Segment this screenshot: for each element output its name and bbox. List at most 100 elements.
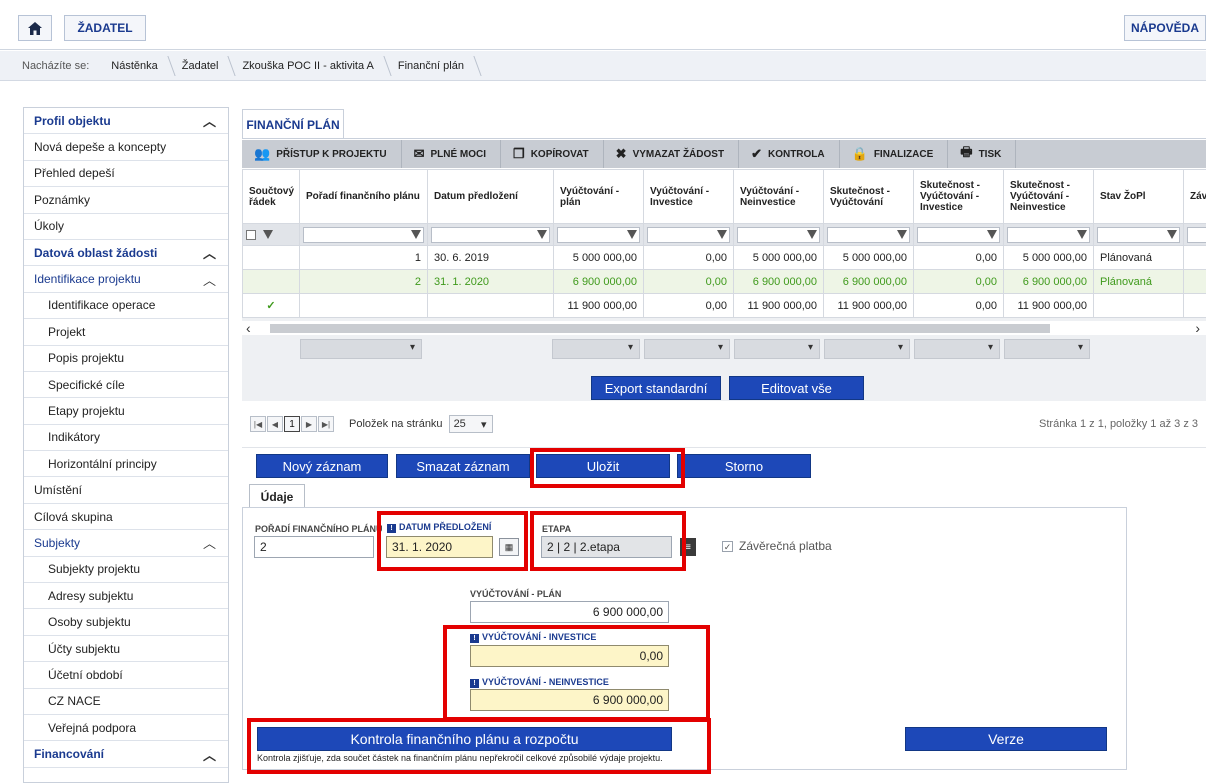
filter-icon[interactable] (263, 230, 274, 240)
sidebar-item[interactable]: Subjekty projektu (24, 557, 228, 584)
filter-input[interactable] (303, 226, 424, 243)
chevron-up-icon[interactable]: ︿ (203, 745, 216, 764)
sidebar-item[interactable]: Financování ︿ (24, 741, 228, 768)
sidebar-item[interactable]: Cílová skupina (24, 504, 228, 531)
kontrola-button[interactable]: ✔ KONTROLA (739, 140, 840, 168)
aggregate-select[interactable] (644, 339, 730, 359)
column-header[interactable]: Skutečnost - Vyúčtování - Investice (913, 169, 1004, 224)
finalizace-button[interactable]: 🔒 FINALIZACE (840, 140, 949, 168)
smazat-zaznam-button[interactable]: Smazat záznam (396, 454, 530, 478)
home-button[interactable] (18, 15, 52, 41)
column-header[interactable]: Vyúčtování - Investice (643, 169, 734, 224)
horizontal-scrollbar[interactable]: ‹ › (242, 320, 1206, 336)
chevron-up-icon[interactable]: ︿ (203, 270, 216, 289)
storno-button[interactable]: Storno (677, 454, 811, 478)
chevron-up-icon[interactable]: ︿ (203, 243, 216, 262)
sidebar-item[interactable]: Veřejná podpora (24, 715, 228, 742)
sidebar-item[interactable]: Identifikace projektu ︿ (24, 266, 228, 293)
filter-icon[interactable] (987, 229, 997, 239)
sidebar-item[interactable]: Identifikace operace (24, 293, 228, 320)
filter-icon[interactable] (1077, 229, 1087, 239)
filter-input[interactable] (917, 226, 1000, 243)
filter-icon[interactable] (717, 229, 727, 239)
filter-input[interactable] (1097, 226, 1180, 243)
filter-input[interactable] (1007, 226, 1090, 243)
aggregate-select[interactable] (734, 339, 820, 359)
aggregate-select[interactable] (1004, 339, 1090, 359)
scroll-left-icon[interactable]: ‹ (246, 320, 251, 336)
sidebar-item[interactable]: Popis projektu (24, 346, 228, 372)
select-all-checkbox[interactable] (246, 229, 256, 240)
table-row[interactable]: 1 30. 6. 2019 5 000 000,00 0,00 5 000 000,00… (242, 245, 1206, 270)
export-standardni-button[interactable]: Export standardní (591, 376, 721, 400)
sidebar-item[interactable]: Adresy subjektu (24, 583, 228, 610)
tisk-button[interactable]: 🖶 TISK (948, 140, 1017, 168)
sidebar-item[interactable]: Účetní období (24, 662, 228, 689)
sidebar-item[interactable]: Datová oblast žádosti ︿ (24, 240, 228, 267)
sidebar-item[interactable]: Projekt (24, 319, 228, 346)
sidebar-item[interactable]: Nová depeše a koncepty (24, 134, 228, 161)
column-header[interactable]: Datum předložení (427, 169, 554, 224)
column-header[interactable]: Stav ŽoPl (1093, 169, 1184, 224)
novy-zaznam-button[interactable]: Nový záznam (256, 454, 388, 478)
aggregate-select[interactable] (552, 339, 640, 359)
editovat-vse-button[interactable]: Editovat vše (729, 376, 864, 400)
next-page-icon[interactable]: ▶ (301, 416, 317, 432)
plan-field[interactable]: 6 900 000,00 (470, 601, 669, 623)
sidebar-item[interactable]: Úkoly (24, 214, 228, 240)
sidebar-item[interactable]: Profil objektu ︿ (24, 108, 228, 135)
breadcrumb-item-nastenka[interactable]: Nástěnka (101, 51, 171, 81)
sidebar-item[interactable]: Indikátory (24, 425, 228, 452)
filter-icon[interactable] (897, 229, 907, 239)
filter-input[interactable] (1187, 226, 1206, 243)
column-header[interactable]: Pořadí finančního plánu (299, 169, 428, 224)
filter-input[interactable] (827, 226, 910, 243)
filter-icon[interactable] (1167, 229, 1177, 239)
filter-input[interactable] (557, 226, 640, 243)
sidebar-item[interactable]: Specifické cíle (24, 372, 228, 399)
column-header[interactable]: Součtový řádek (242, 169, 300, 224)
current-page[interactable]: 1 (284, 416, 300, 432)
filter-icon[interactable] (627, 229, 637, 239)
prev-page-icon[interactable]: ◀ (267, 416, 283, 432)
filter-icon[interactable] (537, 229, 547, 239)
sidebar-item[interactable]: Poznámky (24, 187, 228, 214)
plne-moci-button[interactable]: ✉ PLNÉ MOCI (402, 140, 502, 168)
aggregate-select[interactable] (300, 339, 422, 359)
scroll-right-icon[interactable]: › (1195, 320, 1200, 336)
aggregate-select[interactable] (914, 339, 1000, 359)
zadatel-button[interactable]: ŽADATEL (64, 15, 146, 41)
pristup-k-projektu-button[interactable]: 👥 PŘÍSTUP K PROJEKTU (242, 140, 402, 168)
sidebar-item[interactable]: CZ NACE (24, 689, 228, 715)
sidebar-item[interactable]: Přehled depeší (24, 161, 228, 188)
last-page-icon[interactable]: ▶| (318, 416, 334, 432)
vymazat-zadost-button[interactable]: ✖ VYMAZAT ŽÁDOST (604, 140, 740, 168)
table-row[interactable]: 2 31. 1. 2020 6 900 000,00 0,00 6 900 000,00… (242, 269, 1206, 294)
napoveda-button[interactable]: NÁPOVĚDA (1124, 15, 1206, 41)
sidebar-item[interactable]: Etapy projektu (24, 398, 228, 425)
filter-input[interactable] (737, 226, 820, 243)
column-header[interactable]: Skutečnost - Vyúčtování - Neinvestice (1003, 169, 1094, 224)
chevron-up-icon[interactable]: ︿ (203, 111, 216, 130)
sidebar-item[interactable]: Osoby subjektu (24, 609, 228, 636)
sidebar-item[interactable]: Účty subjektu (24, 636, 228, 663)
first-page-icon[interactable]: |◀ (250, 416, 266, 432)
poradi-field[interactable]: 2 (254, 536, 374, 558)
column-header[interactable]: Vyúčtování - plán (553, 169, 644, 224)
breadcrumb-item-projekt[interactable]: Zkouška POC II - aktivita A (232, 51, 387, 81)
per-page-select[interactable]: 25 ▾ (448, 415, 493, 433)
breadcrumb-item-zadatel[interactable]: Žadatel (172, 51, 233, 81)
verze-button[interactable]: Verze (905, 727, 1107, 751)
table-row[interactable]: ✓ 11 900 000,00 0,00 11 900 000,00 11 900 00… (242, 293, 1206, 318)
filter-input[interactable] (647, 226, 730, 243)
kopirovat-button[interactable]: ❐ KOPÍROVAT (501, 140, 604, 168)
zaverecna-platba-checkbox[interactable]: ✓ Závěrečná platba (722, 539, 832, 553)
sidebar-item[interactable]: Umístění (24, 477, 228, 504)
column-header[interactable]: Skutečnost - Vyúčtování (823, 169, 914, 224)
column-header[interactable]: Závě (1183, 169, 1206, 224)
aggregate-select[interactable] (824, 339, 910, 359)
column-header[interactable]: Vyúčtování - Neinvestice (733, 169, 824, 224)
filter-icon[interactable] (411, 229, 421, 239)
scrollbar-thumb[interactable] (270, 324, 1050, 333)
tab-udaje[interactable]: Údaje (249, 484, 305, 508)
